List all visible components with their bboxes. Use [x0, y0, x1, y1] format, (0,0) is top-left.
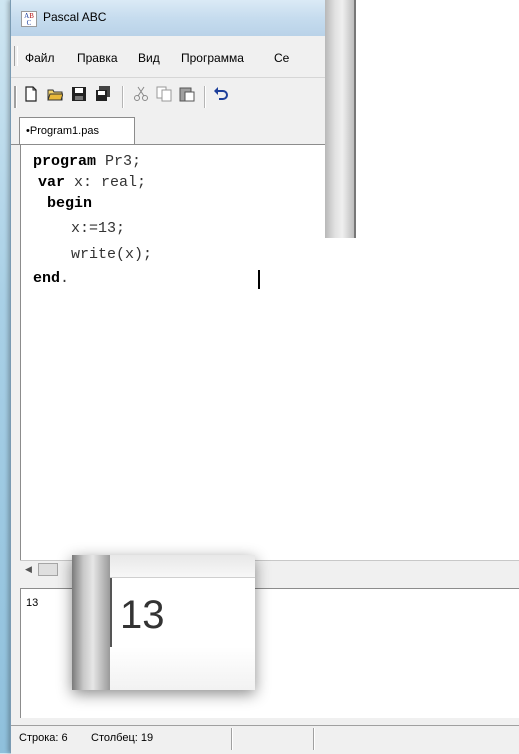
pascal-abc-icon: AB C [21, 11, 37, 27]
open-folder-icon[interactable] [47, 86, 63, 102]
toolbar-grip[interactable] [14, 86, 17, 108]
output-text: 13 [26, 597, 39, 609]
save-all-icon[interactable] [95, 86, 111, 102]
code-line-5: write(x); [71, 246, 153, 263]
status-separator [313, 728, 315, 750]
status-line: Строка: 6 [19, 732, 68, 744]
menu-service[interactable]: Се [274, 51, 289, 65]
paste-icon[interactable] [179, 86, 195, 102]
code-line-2: var x: real; [38, 174, 147, 191]
scroll-left-icon[interactable]: ◀ [20, 561, 37, 578]
overlay-blank-panel [330, 0, 519, 238]
save-icon[interactable] [71, 86, 87, 102]
menu-view[interactable]: Вид [138, 51, 160, 65]
toolbar-separator [122, 86, 124, 108]
zoomed-output-text: 13 [120, 593, 165, 637]
code-line-6: end. [33, 270, 70, 287]
status-separator [231, 728, 233, 750]
overlay-window-edge [325, 0, 356, 238]
menu-edit[interactable]: Правка [77, 51, 118, 65]
zoomed-output-callout: 13 [72, 555, 255, 690]
toolbar-separator [204, 86, 206, 108]
code-line-4: x:=13; [71, 220, 126, 237]
menu-program[interactable]: Программа [181, 51, 244, 65]
code-line-1: program Pr3; [33, 153, 142, 170]
window-title: Pascal ABC [43, 10, 107, 24]
copy-icon[interactable] [156, 86, 172, 102]
zoom-window-edge [72, 555, 112, 690]
menu-file[interactable]: Файл [25, 51, 55, 65]
zoom-top-edge [110, 555, 255, 578]
cut-icon[interactable] [133, 86, 149, 102]
code-line-3: begin [47, 195, 93, 212]
status-column: Столбец: 19 [91, 732, 154, 744]
new-file-icon[interactable] [23, 86, 39, 102]
status-bar: Строка: 6 Столбец: 19 [11, 725, 519, 754]
scroll-thumb[interactable] [38, 563, 58, 576]
tab-program1[interactable]: •Program1.pas [19, 117, 135, 144]
zoom-bottom-area [110, 647, 255, 690]
undo-icon[interactable] [213, 86, 229, 102]
menu-grip[interactable] [14, 46, 18, 66]
text-caret [258, 270, 260, 289]
